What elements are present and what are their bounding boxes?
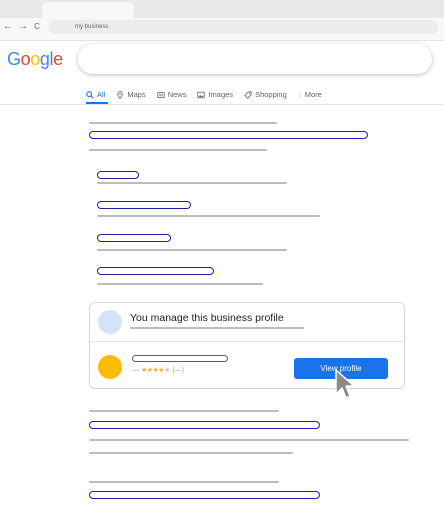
title-underline (130, 327, 304, 329)
result-snippet-line (89, 439, 409, 441)
tab-label: All (97, 90, 106, 99)
logo-letter: e (53, 49, 63, 69)
card-title: You manage this business profile (130, 312, 284, 324)
result-link[interactable] (89, 421, 320, 429)
result-snippet-line (89, 149, 267, 151)
tab-label: Images (208, 90, 234, 99)
search-icon (86, 91, 94, 99)
mouse-cursor-icon (335, 369, 355, 399)
back-icon[interactable]: ← (2, 20, 14, 34)
sitelink[interactable] (97, 171, 139, 179)
sitelink-snippet-line (97, 182, 287, 184)
forward-icon[interactable]: → (17, 20, 29, 34)
search-input[interactable] (78, 44, 432, 74)
avatar (98, 310, 122, 334)
sitelink[interactable] (97, 267, 214, 275)
empty-star-icon: ★ (164, 367, 171, 374)
header-divider (0, 104, 444, 105)
reload-icon[interactable]: C (31, 20, 43, 34)
tab-news[interactable]: News (157, 88, 187, 102)
google-logo[interactable]: Google (7, 49, 63, 70)
review-count: (—) (172, 367, 184, 374)
image-icon (197, 91, 206, 99)
tab-label: Maps (127, 90, 146, 99)
rating-row: — ★★★★★ (—) (132, 366, 184, 376)
map-pin-icon (116, 91, 124, 99)
logo-letter: G (7, 49, 21, 69)
business-name-link[interactable] (132, 355, 228, 362)
result-snippet-line (89, 481, 279, 483)
news-icon (157, 91, 165, 99)
more-dots-icon (298, 91, 302, 99)
tab-all[interactable]: All (86, 88, 105, 102)
card-divider (90, 341, 404, 342)
star-rating-icon: ★★★★ (140, 367, 165, 374)
logo-letter: o (30, 49, 40, 69)
sitelink-snippet-line (97, 283, 263, 285)
sitelink[interactable] (97, 201, 191, 209)
tab-label: News (167, 90, 187, 99)
result-link[interactable] (89, 131, 368, 139)
business-avatar (98, 355, 122, 379)
tab-shopping[interactable]: Shopping (244, 88, 287, 102)
tab-more[interactable]: More (298, 88, 322, 102)
logo-letter: o (20, 49, 31, 69)
result-link[interactable] (89, 491, 320, 499)
tab-images[interactable]: Images (197, 88, 233, 102)
sitelink-snippet-line (97, 249, 287, 251)
sitelink[interactable] (97, 234, 171, 242)
result-snippet-line (89, 122, 277, 124)
search-tabs: All Maps News Images Shopping More (86, 88, 322, 102)
tab-maps[interactable]: Maps (116, 88, 146, 102)
tag-icon (244, 91, 252, 99)
rating-prefix: — (132, 367, 139, 374)
result-snippet-line (89, 452, 293, 454)
tab-label: Shopping (255, 90, 287, 99)
address-text: my business (75, 24, 109, 30)
result-snippet-line (89, 410, 279, 412)
sitelink-snippet-line (97, 215, 320, 217)
tab-label: More (304, 90, 322, 99)
